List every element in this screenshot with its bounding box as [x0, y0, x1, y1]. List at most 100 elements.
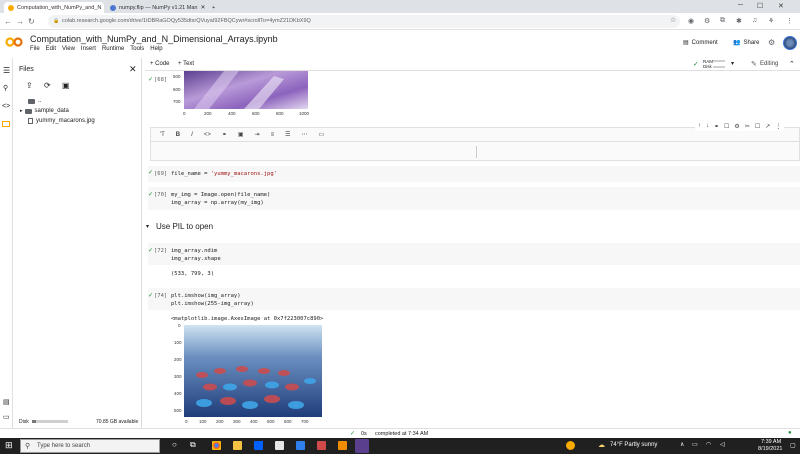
extension-icon[interactable]: ⧉ — [720, 17, 725, 25]
chrome-icon[interactable] — [212, 441, 221, 450]
heading-icon[interactable]: ′T — [160, 132, 165, 138]
move-down-icon[interactable]: ↓ — [706, 123, 709, 130]
menu-help[interactable]: Help — [150, 46, 162, 52]
add-text-button[interactable]: + Text — [178, 61, 194, 67]
search-icon[interactable]: ⚲ — [3, 84, 8, 92]
cell-run-status[interactable]: ✓ — [148, 169, 153, 176]
menu-file[interactable]: File — [30, 46, 40, 52]
colab-logo-icon[interactable] — [5, 37, 23, 47]
maximize-icon[interactable]: ☐ — [757, 2, 763, 10]
copy-cell-icon[interactable]: ☐ — [755, 123, 760, 130]
window-close-icon[interactable]: ✕ — [778, 2, 784, 10]
close-panel-icon[interactable]: ✕ — [129, 64, 137, 75]
preview-icon[interactable]: ▭ — [318, 131, 324, 138]
mount-drive-icon[interactable]: ▣ — [62, 81, 70, 90]
code-cell[interactable] — [148, 243, 800, 265]
menu-edit[interactable]: Edit — [46, 46, 56, 52]
indent-icon[interactable]: ⇥ — [255, 131, 260, 138]
dropbox-icon[interactable] — [254, 441, 263, 450]
cell-run-status[interactable]: ✓ — [148, 191, 153, 198]
tab-numpy[interactable]: numpy.flip — NumPy v1.21 Man ✕ — [106, 2, 206, 13]
avatar[interactable] — [783, 36, 797, 50]
camera-icon[interactable]: ◉ — [688, 17, 694, 25]
tab-colab[interactable]: Computation_with_NumPy_and_N ✕ — [4, 2, 104, 13]
link-cell-icon[interactable]: ⚭ — [714, 123, 719, 130]
share-button[interactable]: 👥 Share — [733, 39, 760, 47]
italic-icon[interactable]: I — [191, 132, 193, 138]
image-icon[interactable]: ▣ — [238, 131, 244, 138]
notification-icon[interactable]: ▢ — [790, 442, 796, 449]
upload-icon[interactable]: ⇪ — [26, 81, 33, 90]
chevron-right-icon[interactable]: ▸ — [20, 108, 23, 114]
app-icon[interactable] — [317, 441, 326, 450]
notebook-title[interactable]: Computation_with_NumPy_and_N_Dimensional… — [30, 34, 278, 44]
numbered-list-icon[interactable]: ≡ — [271, 132, 275, 138]
star-notebook-icon[interactable]: ☆ — [255, 34, 262, 43]
media-icon[interactable]: ♫ — [752, 17, 757, 24]
cell-run-status[interactable]: ✓ — [148, 247, 153, 254]
list-item[interactable]: .. — [28, 98, 41, 104]
active-app-icon[interactable] — [355, 439, 369, 453]
list-item[interactable]: ▸ sample_data — [20, 108, 69, 114]
collapse-section-icon[interactable]: ▾ — [146, 223, 149, 230]
forward-icon[interactable]: → — [16, 17, 24, 26]
more-options-icon[interactable]: ⋮ — [775, 123, 781, 130]
close-icon[interactable]: ✕ — [197, 4, 205, 11]
list-item[interactable]: yummy_macarons.jpg — [28, 118, 95, 124]
task-view-icon[interactable]: ⧉ — [190, 440, 196, 450]
clock-time[interactable]: 7:39 AM — [761, 439, 781, 445]
horizontal-rule-icon[interactable]: ⋯ — [301, 131, 307, 138]
move-up-icon[interactable]: ↑ — [698, 123, 701, 130]
text-cell-editor[interactable]: ′T B I <> ⚭ ▣ ⇥ ≡ ☰ ⋯ ▭ — [150, 127, 800, 161]
new-tab-button[interactable]: + — [208, 2, 220, 13]
gear-icon[interactable]: ⚙ — [704, 17, 710, 25]
puzzle-ext-icon[interactable]: ⚘ — [768, 17, 774, 25]
menu-view[interactable]: View — [62, 46, 75, 52]
volume-icon[interactable]: ◁ — [720, 441, 725, 448]
open-tab-icon[interactable]: ↗ — [765, 123, 770, 130]
star-icon[interactable]: ☆ — [670, 16, 676, 24]
editing-mode[interactable]: Editing — [760, 61, 778, 67]
weather-text[interactable]: 74°F Partly sunny — [610, 442, 657, 448]
cell-settings-icon[interactable]: ⚙ — [734, 123, 739, 130]
file-explorer-icon[interactable] — [233, 441, 242, 450]
vscode-icon[interactable] — [296, 441, 305, 450]
back-icon[interactable]: ← — [4, 17, 12, 26]
wifi-icon[interactable]: ◠ — [706, 441, 711, 448]
menu-tools[interactable]: Tools — [130, 46, 144, 52]
settings-gear-icon[interactable]: ⚙ — [768, 38, 775, 47]
menu-runtime[interactable]: Runtime — [102, 46, 124, 52]
menu-insert[interactable]: Insert — [81, 46, 96, 52]
clock-date[interactable]: 8/19/2021 — [758, 446, 782, 452]
console-icon[interactable]: ▭ — [3, 413, 10, 421]
tray-arrow-icon[interactable]: ∧ — [680, 441, 684, 448]
menu-icon[interactable]: ⋮ — [786, 17, 793, 25]
collapse-icon[interactable]: ⌃ — [789, 60, 795, 68]
link-icon[interactable]: ⚭ — [222, 131, 227, 138]
add-code-button[interactable]: + Code — [150, 61, 170, 67]
app-icon-2[interactable] — [338, 441, 347, 450]
hamburger-icon[interactable]: ☰ — [3, 66, 10, 75]
taskbar-search-input[interactable]: ⚲ Type here to search — [20, 439, 160, 453]
store-icon[interactable] — [275, 441, 284, 450]
bold-icon[interactable]: B — [176, 132, 180, 138]
cell-run-status[interactable]: ✓ — [148, 292, 153, 299]
cortana-icon[interactable]: ○ — [172, 440, 177, 449]
chevron-down-icon[interactable]: ▾ — [731, 60, 734, 67]
reload-icon[interactable]: ↻ — [28, 17, 35, 26]
code-format-icon[interactable]: <> — [204, 132, 211, 138]
cell-run-status[interactable]: ✓ — [148, 76, 153, 83]
minimize-icon[interactable]: ─ — [738, 2, 743, 9]
code-icon[interactable]: <> — [2, 103, 10, 110]
folder-icon[interactable] — [2, 121, 10, 127]
comment-button[interactable]: ▤ Comment — [683, 39, 718, 47]
address-bar[interactable]: 🔒 colab.research.google.com/drive/1tDBRa… — [48, 15, 680, 28]
puzzle-icon[interactable]: ✱ — [736, 17, 742, 25]
close-icon[interactable]: ✕ — [101, 4, 104, 11]
windows-start-icon[interactable]: ⊞ — [5, 440, 13, 451]
mirror-cell-icon[interactable]: ✂ — [745, 123, 750, 130]
comment-cell-icon[interactable]: ☐ — [724, 123, 729, 130]
network-icon[interactable]: ▭ — [692, 441, 698, 448]
code-cell[interactable] — [148, 187, 800, 210]
terminal-icon[interactable]: ▤ — [3, 398, 10, 406]
